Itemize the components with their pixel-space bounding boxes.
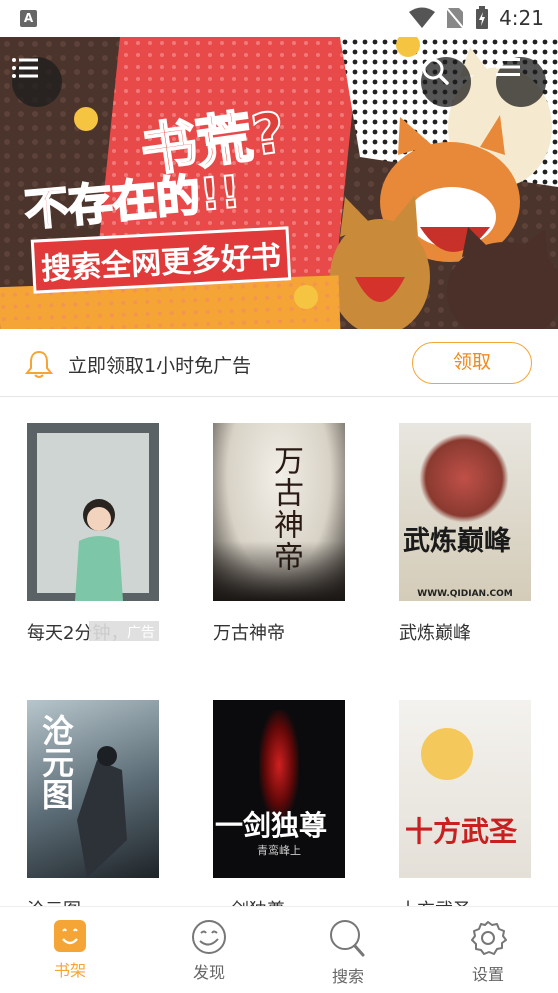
book-cover[interactable]: 十方武圣 — [399, 700, 531, 878]
cover-title: 武炼巅峰 — [403, 526, 511, 557]
ad-free-notice: 立即领取1小时免广告 领取 — [0, 329, 558, 397]
no-sim-icon — [445, 6, 466, 30]
book-title: 武炼巅峰 — [399, 623, 471, 644]
app-notification-icon: A — [20, 10, 37, 27]
list-menu-icon — [12, 58, 38, 78]
tab-discover[interactable]: 发现 — [159, 907, 259, 993]
book-title: 万古神帝 — [213, 623, 285, 644]
book-item[interactable]: 沧元图 沧元图 — [27, 700, 159, 906]
search-icon — [330, 920, 365, 957]
more-menu-button[interactable] — [496, 57, 546, 107]
search-button[interactable] — [421, 57, 471, 107]
tab-label: 设置 — [471, 965, 504, 984]
battery-charging-icon — [476, 6, 489, 29]
bookshelf-icon — [54, 920, 86, 952]
bottom-tab-bar: 书架 发现 搜索 设置 — [0, 906, 558, 992]
book-cover[interactable]: 万古神帝 — [213, 423, 345, 601]
ad-label: 广告 — [127, 625, 155, 641]
promo-banner[interactable]: 书荒? 不存在的!! 搜索全网更多好书 — [0, 37, 558, 329]
cover-footer: WWW.QIDIAN.COM — [417, 589, 513, 599]
cover-art — [77, 746, 127, 878]
tab-search[interactable]: 搜索 — [298, 907, 398, 993]
book-item[interactable]: 武炼巅峰 WWW.QIDIAN.COM 武炼巅峰 — [399, 423, 531, 645]
cover-footer: 青鸾峰上 — [257, 844, 301, 857]
cover-title: 十方武圣 — [405, 815, 518, 848]
book-item[interactable]: 十方武圣 十方武圣 — [399, 700, 531, 906]
book-cover[interactable]: 武炼巅峰 WWW.QIDIAN.COM — [399, 423, 531, 601]
book-cover[interactable] — [27, 423, 159, 601]
ad-label-box: 广告 — [89, 621, 159, 641]
book-cover[interactable]: 一剑独尊 青鸾峰上 — [213, 700, 345, 878]
notice-text: 立即领取1小时免广告 — [68, 355, 252, 377]
wifi-icon — [409, 7, 436, 28]
claim-button[interactable]: 领取 — [412, 342, 532, 384]
discover-icon — [192, 920, 226, 954]
book-title: 沧元图 — [27, 896, 159, 906]
tab-label: 发现 — [192, 963, 225, 982]
bookshelf-grid: 广告 每天2分钟， 万古神帝 万古神帝 武炼巅峰 WWW.QIDIAN.COM … — [0, 398, 558, 906]
book-cover[interactable]: 沧元图 — [27, 700, 159, 878]
bell-icon — [24, 350, 54, 378]
book-item[interactable]: 广告 每天2分钟， — [27, 423, 159, 645]
system-icons: 4:21 — [409, 6, 544, 30]
search-icon — [422, 58, 449, 85]
book-item[interactable]: 万古神帝 万古神帝 — [213, 423, 345, 645]
tab-label: 搜索 — [331, 967, 364, 986]
tab-bookshelf[interactable]: 书架 — [20, 907, 120, 993]
clock: 4:21 — [499, 6, 544, 30]
book-item[interactable]: 一剑独尊 青鸾峰上 一剑独尊 — [213, 700, 345, 906]
status-bar: A 4:21 — [0, 0, 558, 37]
cover-title: 一剑独尊 — [215, 809, 328, 842]
book-title: 一剑独尊 — [213, 896, 345, 906]
ad-cover-image — [27, 423, 159, 601]
tab-settings[interactable]: 设置 — [438, 907, 538, 993]
tab-label: 书架 — [53, 961, 86, 980]
settings-icon — [471, 921, 507, 955]
menu-button[interactable] — [12, 57, 62, 107]
hamburger-icon — [496, 58, 520, 76]
book-title: 十方武圣 — [399, 896, 531, 906]
